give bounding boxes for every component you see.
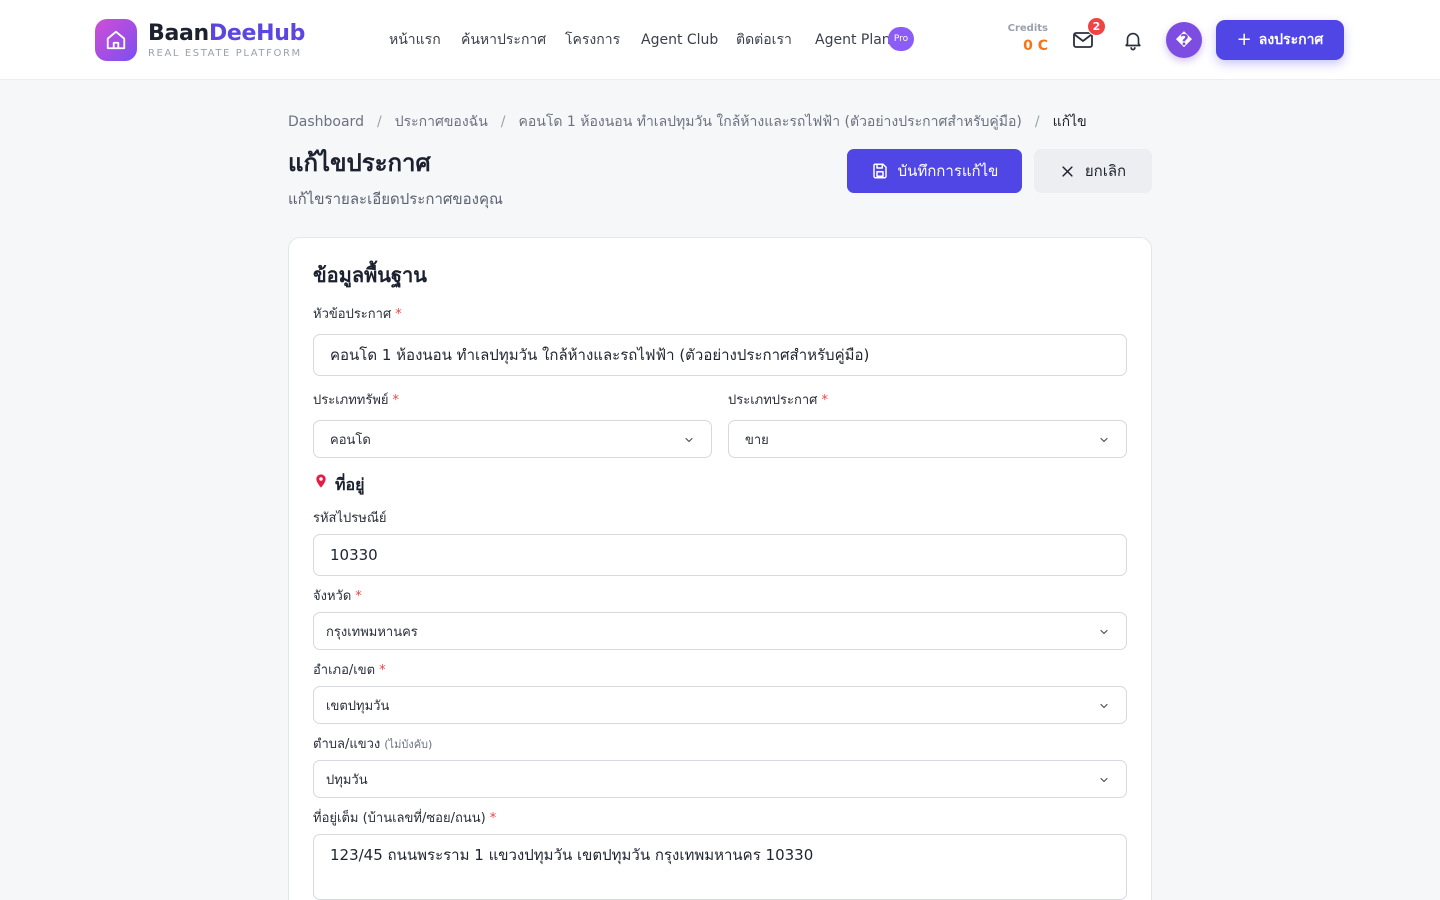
breadcrumb-dashboard[interactable]: Dashboard [288, 114, 364, 130]
page-subtitle: แก้ไขรายละเอียดประกาศของคุณ [288, 190, 503, 208]
province-select[interactable]: กรุงเทพมหานคร [313, 612, 1127, 650]
nav-home[interactable]: หน้าแรก [389, 30, 441, 50]
chevron-down-icon [683, 434, 695, 446]
subdistrict-label: ตำบล/แขวง (ไม่บังคับ) [313, 737, 433, 752]
pro-badge: Pro [888, 27, 914, 51]
listing-type-value: ขาย [745, 432, 769, 448]
breadcrumb-separator: / [500, 114, 506, 130]
province-label: จังหวัด * [313, 589, 362, 604]
breadcrumb-separator: / [1034, 114, 1040, 130]
listing-type-label: ประเภทประกาศ * [728, 393, 828, 408]
full-address-textarea[interactable]: 123/45 ถนนพระราม 1 แขวงปทุมวัน เขตปทุมวั… [313, 834, 1127, 900]
credits-value: 0 C [1023, 38, 1048, 54]
title-input[interactable]: คอนโด 1 ห้องนอน ทำเลปทุมวัน ใกล้ห้างและร… [313, 334, 1127, 376]
full-address-label: ที่อยู่เต็ม (บ้านเลขที่/ซอย/ถนน) * [313, 811, 497, 826]
title-label: หัวข้อประกาศ * [313, 307, 402, 322]
postal-code-input[interactable]: 10330 [313, 534, 1127, 576]
breadcrumb: Dashboard / ประกาศของฉัน / คอนโด 1 ห้องน… [288, 112, 1087, 132]
chevron-down-icon [1098, 626, 1110, 638]
subdistrict-value: ปทุมวัน [326, 772, 368, 788]
save-label: บันทึกการแก้ไข [897, 162, 999, 180]
cancel-button[interactable]: ยกเลิก [1034, 149, 1152, 193]
brand-logo[interactable]: BaanDeeHub REAL ESTATE PLATFORM [95, 19, 305, 61]
chevron-down-icon [1098, 434, 1110, 446]
mail-count-badge: 2 [1087, 17, 1106, 36]
property-type-select[interactable]: คอนโด [313, 420, 712, 458]
pin-icon [313, 472, 329, 497]
section-title-basic-info: ข้อมูลพื้นฐาน [313, 263, 427, 287]
nav-agent-club[interactable]: Agent Club [641, 30, 718, 50]
close-icon [1060, 164, 1075, 179]
save-button[interactable]: บันทึกการแก้ไข [847, 149, 1022, 193]
post-listing-label: ลงประกาศ [1258, 32, 1324, 48]
bell-icon[interactable] [1119, 26, 1147, 54]
home-icon [95, 19, 137, 61]
subdistrict-select[interactable]: ปทุมวัน [313, 760, 1127, 798]
avatar[interactable]: � [1166, 22, 1202, 58]
postal-code-label: รหัสไปรษณีย์ [313, 511, 387, 526]
breadcrumb-my-listings[interactable]: ประกาศของฉัน [395, 111, 488, 133]
brand-name: BaanDeeHub [148, 20, 306, 46]
nav-agent-plan[interactable]: Agent Plan [815, 30, 891, 50]
save-icon [871, 162, 889, 180]
top-navbar: BaanDeeHub REAL ESTATE PLATFORM หน้าแรก … [0, 0, 1440, 80]
chevron-down-icon [1098, 774, 1110, 786]
property-type-label: ประเภททรัพย์ * [313, 393, 400, 408]
credits-display: Credits 0 C [1000, 22, 1048, 56]
plus-icon: + [1236, 29, 1252, 50]
address-heading: ที่อยู่ [313, 472, 365, 497]
district-label: อำเภอ/เขต * [313, 663, 386, 678]
credits-label: Credits [1007, 23, 1048, 34]
property-type-value: คอนโด [330, 432, 371, 448]
breadcrumb-current: แก้ไข [1052, 114, 1087, 130]
listing-type-select[interactable]: ขาย [728, 420, 1127, 458]
chevron-down-icon [1098, 700, 1110, 712]
page-title: แก้ไขประกาศ [288, 149, 431, 177]
post-listing-button[interactable]: + ลงประกาศ [1216, 20, 1344, 60]
nav-contact[interactable]: ติดต่อเรา [736, 30, 792, 50]
breadcrumb-separator: / [376, 114, 382, 130]
cancel-label: ยกเลิก [1084, 162, 1127, 180]
brand-tagline: REAL ESTATE PLATFORM [148, 47, 302, 59]
province-value: กรุงเทพมหานคร [326, 624, 418, 640]
district-value: เขตปทุมวัน [326, 698, 390, 714]
district-select[interactable]: เขตปทุมวัน [313, 686, 1127, 724]
breadcrumb-listing[interactable]: คอนโด 1 ห้องนอน ทำเลปทุมวัน ใกล้ห้างและร… [518, 111, 1021, 133]
nav-search-listings[interactable]: ค้นหาประกาศ [461, 30, 546, 50]
nav-projects[interactable]: โครงการ [565, 30, 620, 50]
